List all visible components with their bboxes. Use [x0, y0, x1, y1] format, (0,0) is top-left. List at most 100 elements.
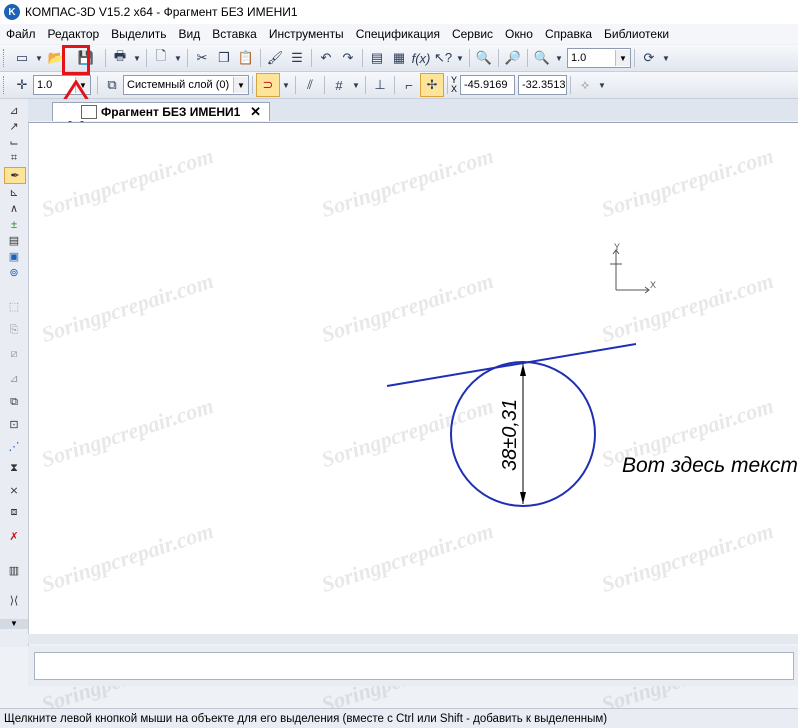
layer-select[interactable]: Системный слой (0) ▼ [123, 75, 249, 95]
cursor-step-button[interactable]: ✛ [11, 74, 33, 96]
tool-button-12[interactable]: ⬚ [4, 299, 24, 314]
menu-libraries[interactable]: Библиотеки [598, 27, 675, 41]
tool-button-20[interactable]: ⨯ [4, 483, 24, 498]
copy-button[interactable]: ❐ [213, 47, 235, 69]
drawing-text-note[interactable]: Вот здесь текст [622, 454, 798, 477]
help-dropdown-arrow[interactable]: ▼ [454, 47, 466, 69]
zoom-in-button[interactable]: 🔍 [531, 47, 553, 69]
format-painter-button[interactable]: 🖌 [264, 47, 286, 69]
cross-icon: ⨯ [9, 485, 19, 497]
menu-tools[interactable]: Инструменты [263, 27, 350, 41]
tool-button-23[interactable]: ▥ [4, 563, 24, 578]
report-icon: ▣ [8, 251, 20, 263]
function-button[interactable]: f(x) [410, 47, 432, 69]
refresh-dropdown-arrow[interactable]: ▼ [660, 47, 672, 69]
tool-button-14[interactable]: ⧄ [4, 347, 24, 362]
orthogonal-button[interactable]: ⫽ [299, 74, 321, 96]
close-tab-icon[interactable]: ✕ [250, 104, 261, 120]
grid-button[interactable]: # [328, 74, 350, 96]
menu-editor[interactable]: Редактор [42, 27, 106, 41]
measure-tool-button[interactable]: ⊾ [4, 185, 24, 200]
panel-scroll-arrow[interactable]: ▼ [0, 619, 28, 629]
insert-tool-button[interactable]: ⊚ [4, 265, 24, 280]
canvas-scrollbar[interactable] [28, 634, 798, 644]
tool-button-13[interactable]: ⎘ [4, 323, 24, 338]
print-button[interactable]: 🖶 [109, 47, 131, 69]
diameter-dimension-text[interactable]: 38±0,31 [499, 399, 521, 471]
angle-tool-button[interactable]: ∧ [4, 201, 24, 216]
menu-insert[interactable]: Вставка [206, 27, 263, 41]
drawing-canvas[interactable]: X Y 38±0,31 Вот здесь текст [29, 122, 798, 643]
cut-button[interactable]: ✂ [191, 47, 213, 69]
dimensions-tool-button[interactable]: ↗ [4, 119, 24, 134]
database-icon: ▤ [370, 50, 384, 65]
cursor-x-field[interactable]: -45.9169 [460, 75, 516, 95]
manager-button[interactable]: ▤ [366, 47, 388, 69]
redo-button[interactable]: ↷ [337, 47, 359, 69]
menu-specification[interactable]: Спецификация [350, 27, 446, 41]
tool-button-24[interactable]: ⟩⟨ [4, 593, 24, 608]
toolbar-grip[interactable] [3, 49, 7, 67]
print-dropdown-arrow[interactable]: ▼ [131, 47, 143, 69]
grid-dropdown-arrow[interactable]: ▼ [350, 74, 362, 96]
disabled-tool-icon: ⎘ [9, 324, 19, 336]
copy-icon: ❐ [218, 50, 230, 65]
chevron-down-icon[interactable]: ▼ [233, 77, 248, 93]
select-tool-button[interactable]: ± [4, 217, 24, 232]
geometry-tool-button[interactable]: ⊿ [4, 103, 24, 118]
status-bar: Щелкните левой кнопкой мыши на объекте д… [0, 708, 798, 728]
tool-button-17[interactable]: ⊡ [4, 417, 24, 432]
ortho-mode-button[interactable]: ⌐ [398, 74, 420, 96]
menu-select[interactable]: Выделить [105, 27, 172, 41]
command-input-field[interactable] [34, 652, 794, 680]
title-bar: K КОМПАС-3D V15.2 x64 - Фрагмент БЕЗ ИМЕ… [0, 0, 798, 24]
parametrization-button[interactable]: ⟡ [574, 74, 596, 96]
menu-window[interactable]: Окно [499, 27, 539, 41]
refresh-button[interactable]: ⟳ [638, 47, 660, 69]
parametrization-tool-button[interactable]: ✒ [4, 167, 26, 184]
chevron-down-icon[interactable]: ▼ [615, 50, 630, 66]
tangent-line[interactable] [386, 343, 637, 387]
paste-button[interactable]: 📋 [235, 47, 257, 69]
parametrization-dropdown-arrow[interactable]: ▼ [596, 74, 608, 96]
tool-button-21[interactable]: ⧈ [4, 505, 24, 520]
document-tab[interactable]: Фрагмент БЕЗ ИМЕНИ1 ✕ [52, 102, 270, 121]
local-cs-button[interactable]: ⊥ [369, 74, 391, 96]
properties-button[interactable]: ☰ [286, 47, 308, 69]
new-document-button[interactable]: ▭ [11, 47, 33, 69]
cursor-y-field[interactable]: -32.3513 [518, 75, 568, 95]
zoom-dropdown-arrow[interactable]: ▼ [553, 47, 565, 69]
variables-button[interactable]: ▦ [388, 47, 410, 69]
toolbar-grip[interactable] [3, 76, 7, 94]
symmetry-icon: ⟩⟨ [9, 595, 19, 607]
designations-tool-button[interactable]: ⌙ [4, 135, 24, 150]
tool-button-16[interactable]: ⧉ [4, 395, 24, 410]
zoom-scale-select[interactable]: 1.0 ▼ [567, 48, 631, 68]
tool-button-19[interactable]: ⧗ [4, 461, 24, 476]
preview-dropdown-arrow[interactable]: ▼ [172, 47, 184, 69]
preview-button[interactable]: 🗋 [150, 47, 172, 69]
new-dropdown-arrow[interactable]: ▼ [33, 47, 45, 69]
editing-tool-button[interactable]: ⌗ [4, 151, 24, 166]
menu-file[interactable]: Файл [0, 27, 42, 41]
snaps-button[interactable]: ⊃ [256, 73, 280, 97]
tool-button-18[interactable]: ⋰ [4, 439, 24, 454]
context-help-button[interactable]: ↖? [432, 47, 454, 69]
tool-button-15[interactable]: ⊿ [4, 371, 24, 386]
coord-xy-label: YX [451, 76, 457, 94]
tool-button-22[interactable]: ✗ [4, 529, 24, 544]
round-button[interactable]: ✢ [420, 73, 444, 97]
spec-tool-button[interactable]: ▤ [4, 233, 24, 248]
undo-button[interactable]: ↶ [315, 47, 337, 69]
menu-help[interactable]: Справка [539, 27, 598, 41]
page-preview-icon: 🗋 [155, 48, 167, 63]
menu-service[interactable]: Сервис [446, 27, 499, 41]
fragment-doc-icon [81, 105, 97, 119]
zoom-window-button[interactable]: 🔍 [473, 47, 495, 69]
snaps-dropdown-arrow[interactable]: ▼ [280, 74, 292, 96]
zoom-all-button[interactable]: 🔎 [502, 47, 524, 69]
menu-view[interactable]: Вид [173, 27, 207, 41]
reports-tool-button[interactable]: ▣ [4, 249, 24, 264]
separator [187, 49, 188, 67]
layer-states-button[interactable]: ⧉ [101, 74, 123, 96]
